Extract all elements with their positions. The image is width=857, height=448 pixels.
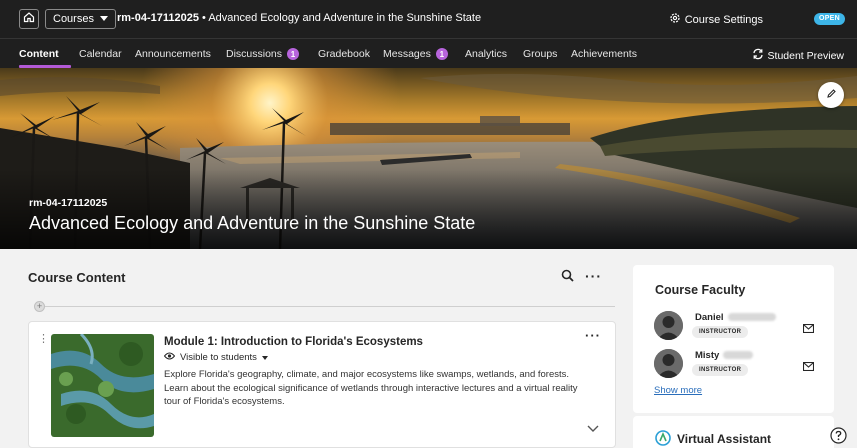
home-button[interactable]: [19, 9, 39, 29]
module-title[interactable]: Module 1: Introduction to Florida's Ecos…: [164, 336, 423, 348]
tab-label: Gradebook: [318, 48, 370, 60]
role-badge: INSTRUCTOR: [692, 326, 749, 338]
tab-label: Calendar: [79, 48, 122, 60]
pencil-icon: [826, 86, 837, 104]
banner-course-code: rm-04-17112025: [29, 197, 108, 209]
student-preview-label: Student Preview: [767, 49, 844, 62]
tab-label: Content: [19, 48, 59, 60]
course-faculty-card: Course Faculty Daniel INSTRUCTOR Misty I…: [633, 265, 834, 413]
show-more-link[interactable]: Show more: [654, 385, 702, 396]
tab-label: Messages: [383, 48, 431, 60]
tab-label: Announcements: [135, 48, 211, 60]
search-icon[interactable]: [561, 269, 574, 287]
caret-down-icon: [99, 13, 108, 25]
tab-messages[interactable]: Messages 1: [383, 48, 448, 60]
student-preview-button[interactable]: Student Preview: [752, 48, 844, 63]
faculty-name-text: Misty: [695, 350, 720, 361]
faculty-member: Misty INSTRUCTOR: [654, 349, 824, 379]
course-name: Advanced Ecology and Adventure in the Su…: [208, 12, 482, 24]
module-description: Explore Florida's geography, climate, an…: [164, 369, 578, 407]
tab-announcements[interactable]: Announcements: [135, 48, 211, 60]
tab-calendar[interactable]: Calendar: [79, 48, 122, 60]
banner-shade: [0, 169, 857, 249]
caret-down-icon: [261, 352, 268, 363]
edit-banner-button[interactable]: [818, 82, 844, 108]
add-content-button[interactable]: +: [34, 301, 45, 312]
help-icon[interactable]: [830, 427, 847, 448]
breadcrumb-separator: •: [198, 12, 209, 24]
more-options-icon[interactable]: ···: [585, 328, 601, 343]
module-card[interactable]: ⋮⋮ Module 1: Introduction to Florida's E…: [28, 321, 616, 448]
course-breadcrumb: rm-04-17112025 • Advanced Ecology and Ad…: [117, 12, 481, 24]
tab-gradebook[interactable]: Gradebook: [318, 48, 370, 60]
tab-groups[interactable]: Groups: [523, 48, 557, 60]
tab-label: Groups: [523, 48, 558, 60]
eye-icon: [163, 352, 176, 363]
divider: [45, 306, 615, 307]
course-settings-button[interactable]: Course Settings: [669, 12, 763, 27]
module-thumbnail: [51, 334, 154, 437]
avatar: [654, 311, 683, 340]
count-badge: 1: [435, 48, 448, 60]
tab-label: Analytics: [465, 48, 508, 60]
tab-achievements[interactable]: Achievements: [571, 48, 637, 60]
tab-content[interactable]: Content: [19, 48, 59, 60]
faculty-name: Misty: [695, 350, 754, 361]
virtual-assistant-label: Virtual Assistant: [677, 432, 772, 446]
status-badge: OPEN: [813, 13, 845, 25]
module-image: [51, 334, 154, 437]
tab-discussions[interactable]: Discussions 1: [226, 48, 300, 60]
top-bar: Courses rm-04-17112025 • Advanced Ecolog…: [0, 0, 857, 38]
faculty-heading: Course Faculty: [655, 283, 746, 297]
role-badge: INSTRUCTOR: [692, 364, 749, 376]
virtual-assistant-card[interactable]: Virtual Assistant: [633, 416, 834, 448]
count-badge: 1: [287, 48, 300, 60]
redacted-surname: [727, 313, 776, 322]
mail-icon[interactable]: [802, 358, 815, 376]
home-icon: [23, 10, 35, 28]
more-options-icon[interactable]: ···: [585, 268, 602, 284]
course-content-heading: Course Content: [28, 270, 126, 285]
course-code: rm-04-17112025: [117, 12, 199, 24]
tab-label: Achievements: [571, 48, 637, 60]
chevron-down-icon[interactable]: [587, 420, 599, 438]
tab-label: Discussions: [226, 48, 283, 60]
page-title: Advanced Ecology and Adventure in the Su…: [29, 213, 476, 233]
courses-label: Courses: [53, 13, 94, 25]
faculty-member: Daniel INSTRUCTOR: [654, 311, 824, 341]
faculty-name-text: Daniel: [695, 312, 724, 323]
courses-dropdown[interactable]: Courses: [45, 9, 116, 29]
course-nav: Content Calendar Announcements Discussio…: [0, 38, 857, 68]
assistant-icon: [655, 430, 671, 448]
faculty-name: Daniel: [695, 312, 776, 323]
mail-icon[interactable]: [802, 320, 815, 338]
tab-analytics[interactable]: Analytics: [465, 48, 507, 60]
course-settings-label: Course Settings: [684, 13, 763, 26]
avatar: [654, 349, 683, 378]
visibility-dropdown[interactable]: Visible to students: [163, 352, 268, 363]
refresh-icon: [752, 48, 764, 63]
visibility-label: Visible to students: [180, 352, 257, 363]
gear-icon: [669, 12, 681, 27]
redacted-surname: [723, 351, 754, 360]
